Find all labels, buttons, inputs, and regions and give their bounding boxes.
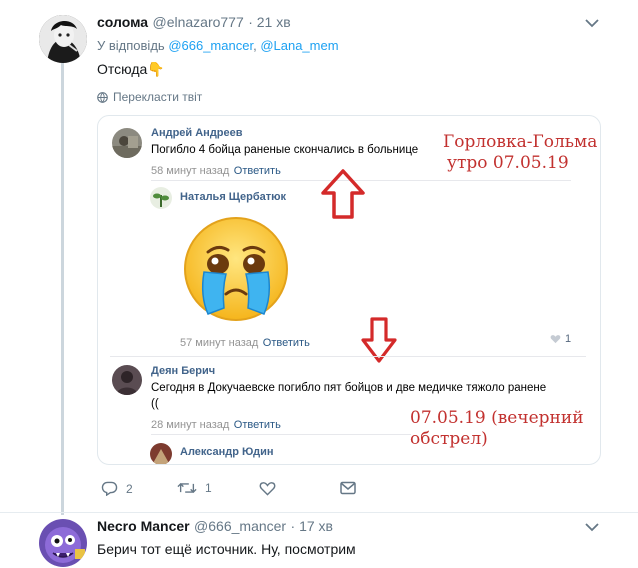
tweet-2[interactable]: Necro Mancer @666_mancer · 17 хв Берич т… [0, 513, 638, 568]
avatar[interactable] [39, 519, 87, 567]
heart-icon [259, 482, 276, 496]
like-button[interactable] [259, 481, 276, 496]
tweet-text: Берич тот ещё источник. Ну, посмотрим [97, 541, 356, 557]
vk-divider [110, 356, 586, 357]
vk-avatar [112, 128, 142, 158]
vk-comment-author[interactable]: Андрей Андреев [151, 127, 243, 139]
retweet-count: 1 [205, 481, 212, 495]
reply-prefix: У відповідь [97, 38, 165, 53]
vk-avatar-photo-icon [112, 365, 142, 395]
vk-like-button[interactable]: 1 [550, 333, 571, 345]
vk-like-count: 1 [565, 333, 572, 345]
retweet-icon [177, 482, 197, 494]
chevron-down-icon[interactable] [585, 18, 599, 28]
reply-mention-1[interactable]: @666_mancer [168, 38, 253, 53]
vk-comment-text: Сегодня в Докучаевске погибло пят бойцов… [151, 382, 547, 394]
author-handle[interactable]: @666_mancer [194, 518, 286, 534]
tweet-time[interactable]: · 21 хв [248, 14, 290, 30]
reply-count: 2 [126, 481, 133, 496]
translate-link[interactable]: Перекласти твіт [97, 90, 202, 104]
vk-avatar [150, 187, 172, 209]
vk-comment-text: Погибло 4 бойца раненые скончались в бол… [151, 144, 419, 156]
annotation-line: обстрел) [410, 429, 488, 449]
attached-image[interactable]: Андрей Андреев Погибло 4 бойца раненые с… [97, 115, 601, 465]
avatar[interactable] [39, 15, 87, 63]
annotation-line: 07.05.19 (вечерний [410, 408, 584, 428]
vk-comment-time[interactable]: 28 минут назад [151, 419, 229, 431]
tweet-time[interactable]: · 17 хв [291, 518, 333, 534]
reply-button[interactable]: 2 [101, 481, 133, 496]
vk-avatar-photo-icon [112, 128, 142, 158]
reply-icon [101, 481, 118, 496]
tweet-actions: 2 1 [0, 481, 638, 501]
vk-comment-text: (( [151, 398, 159, 410]
vk-avatar [112, 365, 142, 395]
annotation-line: Горловка-Гольма [443, 132, 598, 152]
author-handle[interactable]: @elnazaro777 [152, 14, 243, 30]
vk-reply-button[interactable]: Ответить [263, 337, 310, 349]
vk-comment-time[interactable]: 58 минут назад [151, 165, 229, 177]
direct-message-button[interactable] [340, 481, 356, 495]
author-name[interactable]: солома [97, 14, 148, 30]
author-name[interactable]: Necro Mancer [97, 518, 190, 534]
avatar-monster-icon [39, 519, 87, 567]
vk-reply-button[interactable]: Ответить [234, 165, 281, 177]
vk-comment-author[interactable]: Александр Юдин [180, 446, 274, 458]
vk-reply-button[interactable]: Ответить [234, 419, 281, 431]
reply-mention-2[interactable]: @Lana_mem [260, 38, 338, 53]
globe-icon [97, 91, 108, 103]
avatar-photo-icon [39, 15, 87, 63]
chevron-down-icon[interactable] [585, 522, 599, 532]
translate-label[interactable]: Перекласти твіт [113, 90, 202, 104]
vk-comment-author[interactable]: Наталья Щербатюк [180, 191, 286, 203]
vk-comment-time[interactable]: 57 минут назад [180, 337, 258, 349]
envelope-icon [340, 481, 356, 495]
vk-comment-author[interactable]: Деян Берич [151, 365, 215, 377]
annotation-note-1: Горловка-Гольма утро 07.05.19 [443, 132, 597, 174]
pointing-down-emoji-icon: 👇 [147, 61, 165, 77]
annotation-note-2: 07.05.19 (вечерний обстрел) [410, 408, 584, 450]
vk-avatar-photo-icon [150, 443, 172, 464]
annotation-line: утро 07.05.19 [447, 153, 569, 173]
reply-separator: , [253, 38, 257, 53]
tweet-text: Отсюда [97, 61, 148, 77]
vk-avatar-plant-icon [150, 187, 172, 209]
crying-emoji-sticker-icon [184, 217, 288, 321]
heart-icon [550, 335, 561, 344]
vk-avatar [150, 443, 172, 464]
retweet-button[interactable]: 1 [177, 481, 212, 495]
red-arrow-up-icon [321, 169, 365, 219]
vk-divider [151, 434, 411, 435]
